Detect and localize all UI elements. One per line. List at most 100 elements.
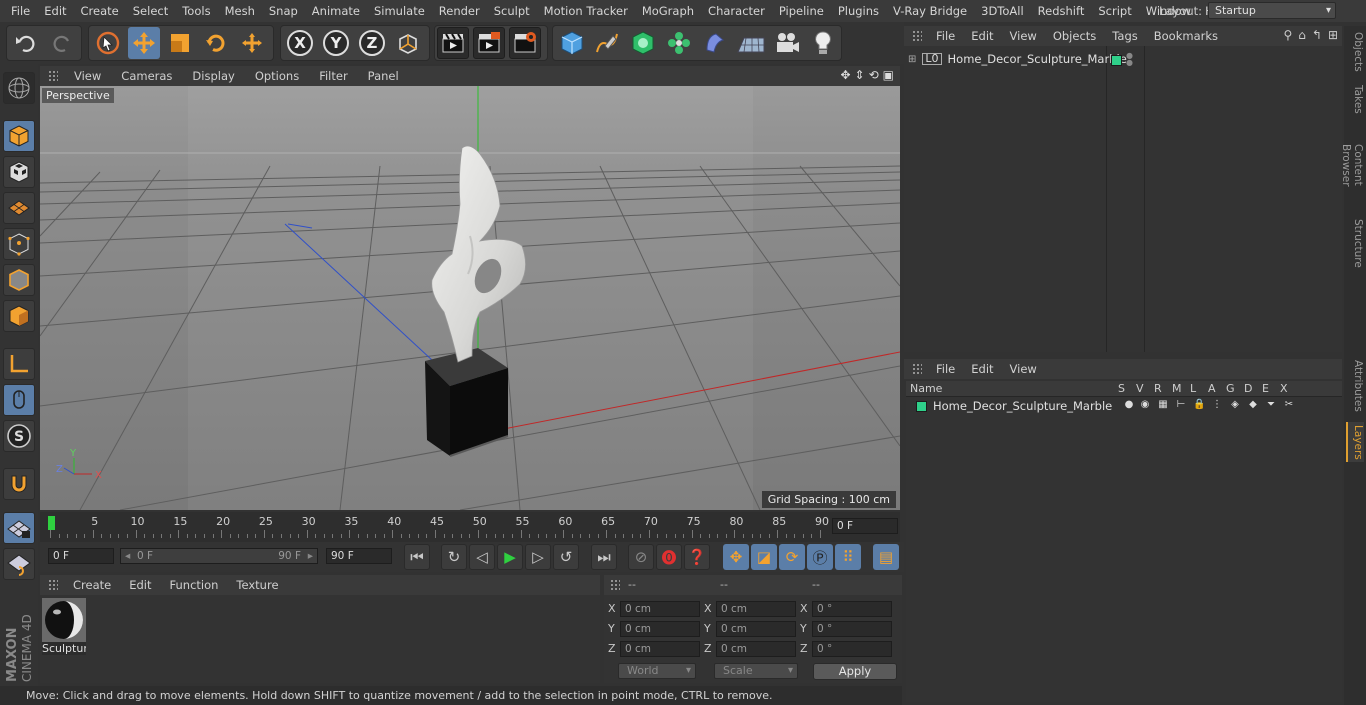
texture-mode-button[interactable] xyxy=(3,156,35,188)
axis-mode-button[interactable] xyxy=(3,348,35,380)
material-name[interactable]: Sculptur xyxy=(42,642,86,655)
timeline-ruler[interactable]: 051015202530354045505560657075808590 0 F xyxy=(40,512,900,542)
z-axis-lock-button[interactable]: Z xyxy=(356,27,388,59)
menu-redshift[interactable]: Redshift xyxy=(1031,0,1092,22)
layer-color-swatch[interactable] xyxy=(916,400,927,412)
model-mode-button[interactable] xyxy=(3,120,35,152)
grip-handle[interactable] xyxy=(48,579,58,591)
column-g[interactable]: G xyxy=(1226,382,1235,395)
coordinate-mode-dropdown[interactable]: World xyxy=(618,663,696,679)
menu-motion-tracker[interactable]: Motion Tracker xyxy=(537,0,635,22)
expand-icon[interactable]: ⊞ xyxy=(908,54,916,65)
object-menu-tags[interactable]: Tags xyxy=(1104,29,1145,43)
record-scale-button[interactable]: ◪ xyxy=(751,544,777,570)
object-row[interactable]: ⊞ L0 Home_Decor_Sculpture_Marble xyxy=(908,52,1127,66)
preview-range-slider[interactable]: ◂ 0 F 90 F ▸ xyxy=(120,548,318,564)
coordinate-system-button[interactable] xyxy=(392,27,424,59)
visibility-dots-icon[interactable]: ● ● xyxy=(1126,52,1133,67)
floor-object-button[interactable] xyxy=(735,27,767,59)
frame-ruler[interactable]: 051015202530354045505560657075808590 xyxy=(48,512,830,540)
grip-handle[interactable] xyxy=(912,363,922,375)
tweak-mode-button[interactable] xyxy=(3,384,35,416)
record-rotation-button[interactable]: ⟳ xyxy=(779,544,805,570)
timeline-window-button[interactable]: ▤ xyxy=(873,544,899,570)
size-field-z[interactable]: 0 cm xyxy=(716,641,796,657)
workplane-snap-button[interactable] xyxy=(3,548,35,580)
pedestal-model[interactable] xyxy=(425,348,509,457)
menu-plugins[interactable]: Plugins xyxy=(831,0,886,22)
polygon-mode-button[interactable] xyxy=(3,300,35,332)
column-d[interactable]: D xyxy=(1244,382,1252,395)
column-a[interactable]: A xyxy=(1208,382,1216,395)
xref-toggle-icon[interactable]: ✂ xyxy=(1283,399,1295,411)
menu-mograph[interactable]: MoGraph xyxy=(635,0,701,22)
dolly-icon[interactable]: ⇕ xyxy=(855,68,865,82)
spline-pen-button[interactable] xyxy=(591,27,623,59)
viewport-menu-filter[interactable]: Filter xyxy=(309,69,357,83)
solo-toggle-icon[interactable]: ● xyxy=(1123,399,1135,411)
menu-3dtoall[interactable]: 3DToAll xyxy=(974,0,1031,22)
view-toggle-icon[interactable]: ◉ xyxy=(1139,399,1151,411)
menu-script[interactable]: Script xyxy=(1091,0,1138,22)
tab-takes[interactable]: Takes xyxy=(1346,82,1364,116)
tab-layers[interactable]: Layers xyxy=(1346,422,1364,462)
toggle-view-icon[interactable]: ▣ xyxy=(883,68,894,82)
manager-toggle-icon[interactable]: ⊢ xyxy=(1175,399,1187,411)
pos-field-z[interactable]: 0 cm xyxy=(620,641,700,657)
viewport-menu-panel[interactable]: Panel xyxy=(358,69,409,83)
menu-mesh[interactable]: Mesh xyxy=(218,0,262,22)
orbit-icon[interactable]: ⟲ xyxy=(869,68,879,82)
scale-tool-button[interactable] xyxy=(164,27,196,59)
make-editable-button[interactable] xyxy=(3,72,35,104)
go-to-end-button[interactable]: ⏭ xyxy=(591,544,617,570)
deformers-toggle-icon[interactable]: ◆ xyxy=(1247,399,1259,411)
x-axis-lock-button[interactable]: X xyxy=(284,27,316,59)
material-menu-function[interactable]: Function xyxy=(161,578,228,592)
menu-v-ray-bridge[interactable]: V-Ray Bridge xyxy=(886,0,974,22)
material-preview[interactable] xyxy=(42,598,86,642)
render-picture-viewer-button[interactable] xyxy=(473,27,505,59)
previous-frame-button[interactable]: ◁ xyxy=(469,544,495,570)
layer-menu-edit[interactable]: Edit xyxy=(963,362,1001,376)
go-to-start-button[interactable]: ⏮ xyxy=(404,544,430,570)
viewport-menu-cameras[interactable]: Cameras xyxy=(111,69,182,83)
tab-objects[interactable]: Objects xyxy=(1346,30,1364,74)
undo-button[interactable] xyxy=(10,27,42,59)
tab-structure[interactable]: Structure xyxy=(1346,216,1364,270)
cube-object-button[interactable] xyxy=(556,27,588,59)
menu-select[interactable]: Select xyxy=(126,0,175,22)
generators-toggle-icon[interactable]: ◈ xyxy=(1229,399,1241,411)
perspective-viewport[interactable]: Y X Z Perspective Grid Spacing : 100 cm xyxy=(40,86,900,510)
menu-simulate[interactable]: Simulate xyxy=(367,0,432,22)
start-frame-field[interactable]: 0 F xyxy=(48,548,114,564)
size-field-y[interactable]: 0 cm xyxy=(716,621,796,637)
snap-button[interactable] xyxy=(3,468,35,500)
live-selection-button[interactable] xyxy=(92,27,124,59)
rot-field-y[interactable]: 0 ° xyxy=(812,621,892,637)
size-field-x[interactable]: 0 cm xyxy=(716,601,796,617)
record-parameter-button[interactable]: Ⓟ xyxy=(807,544,833,570)
layout-dropdown[interactable]: Startup xyxy=(1208,2,1336,19)
menu-character[interactable]: Character xyxy=(701,0,772,22)
material-menu-create[interactable]: Create xyxy=(64,578,120,592)
previous-key-button[interactable]: ↻ xyxy=(441,544,467,570)
recent-tools-button[interactable] xyxy=(236,27,268,59)
menu-tools[interactable]: Tools xyxy=(175,0,217,22)
current-frame-field[interactable]: 0 F xyxy=(832,518,898,534)
menu-create[interactable]: Create xyxy=(74,0,126,22)
column-x[interactable]: X xyxy=(1280,382,1288,395)
layer-menu-file[interactable]: File xyxy=(928,362,963,376)
layer-color-tag[interactable] xyxy=(1111,55,1122,66)
home-icon[interactable]: ⌂ xyxy=(1298,28,1306,42)
new-window-icon[interactable]: ⊞ xyxy=(1328,28,1338,42)
render-settings-button[interactable] xyxy=(509,27,541,59)
menu-animate[interactable]: Animate xyxy=(305,0,367,22)
lock-toggle-icon[interactable]: 🔒 xyxy=(1193,399,1205,411)
edge-mode-button[interactable] xyxy=(3,264,35,296)
render-toggle-icon[interactable]: ▦ xyxy=(1157,399,1169,411)
column-s[interactable]: S xyxy=(1118,382,1125,395)
autokeying-button[interactable]: ⓿ xyxy=(656,544,682,570)
column-v[interactable]: V xyxy=(1136,382,1144,395)
object-name[interactable]: Home_Decor_Sculpture_Marble xyxy=(948,52,1127,66)
point-mode-button[interactable] xyxy=(3,228,35,260)
